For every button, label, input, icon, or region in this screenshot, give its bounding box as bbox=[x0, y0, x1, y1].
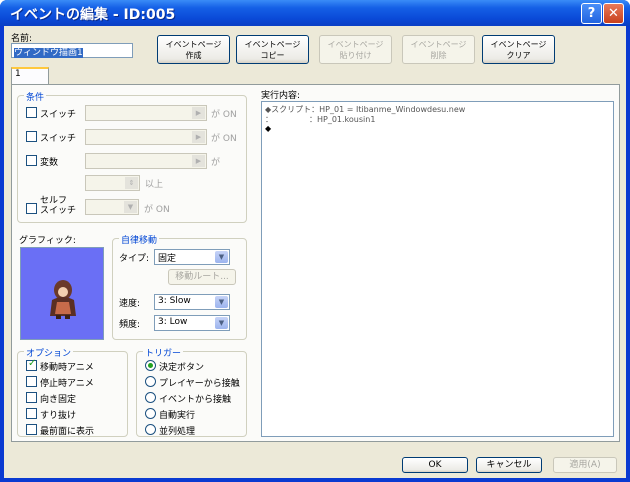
variable-suffix: が bbox=[211, 158, 221, 168]
character-sprite-icon bbox=[50, 280, 76, 319]
paste-page-button[interactable]: イベントページ 貼り付け bbox=[319, 35, 392, 64]
switch1-label: スイッチ bbox=[40, 110, 77, 120]
trigger-label: 決定ボタン bbox=[159, 363, 205, 373]
trigger-label: プレイヤーから接触 bbox=[159, 379, 240, 389]
trigger-title: トリガー bbox=[143, 346, 184, 359]
name-input[interactable]: ウィンドウ描画1 bbox=[11, 43, 133, 58]
close-button[interactable]: ✕ bbox=[603, 3, 624, 24]
switch1-suffix: が ON bbox=[211, 110, 237, 120]
conditions-title: 条件 bbox=[24, 90, 47, 103]
self-switch-checkbox[interactable] bbox=[26, 203, 37, 214]
variable-checkbox[interactable] bbox=[26, 155, 37, 166]
create-page-button[interactable]: イベントページ 作成 bbox=[157, 35, 230, 64]
trigger-radio[interactable] bbox=[145, 424, 156, 435]
autonomous-title: 自律移動 bbox=[119, 233, 160, 246]
chevron-down-icon: ▼ bbox=[215, 251, 228, 263]
switch2-label: スイッチ bbox=[40, 134, 77, 144]
chevron-down-icon: ▼ bbox=[215, 317, 228, 329]
cancel-button[interactable]: キャンセル bbox=[476, 457, 542, 473]
window-title: イベントの編集 - ID:005 bbox=[10, 7, 176, 23]
arrow-right-icon: ▶ bbox=[192, 107, 205, 119]
type-label: タイプ: bbox=[119, 254, 150, 264]
dialog-body: 名前: ウィンドウ描画1 イベントページ 作成 イベントページ コピー イベント… bbox=[4, 26, 626, 478]
contents-label: 実行内容: bbox=[261, 91, 301, 101]
arrow-right-icon: ▶ bbox=[192, 131, 205, 143]
command-line[interactable]: ： ：HP_01.kousin1 bbox=[265, 114, 375, 125]
event-commands-list[interactable]: ◆スクリプト：HP_01 = Itibanme_Windowdesu.new ：… bbox=[261, 101, 614, 437]
variable-min-suffix: 以上 bbox=[145, 180, 164, 190]
spinner-arrows-icon: ⇕ bbox=[125, 177, 138, 189]
arrow-right-icon: ▶ bbox=[192, 155, 205, 167]
variable-label: 変数 bbox=[40, 158, 59, 168]
delete-page-button[interactable]: イベントページ 削除 bbox=[402, 35, 475, 64]
command-line[interactable]: ◆ bbox=[265, 124, 271, 133]
trigger-radio[interactable] bbox=[145, 392, 156, 403]
speed-label: 速度: bbox=[119, 299, 141, 309]
option-label: 最前面に表示 bbox=[40, 427, 95, 437]
trigger-radio[interactable] bbox=[145, 360, 156, 371]
switch2-checkbox[interactable] bbox=[26, 131, 37, 142]
trigger-label: 自動実行 bbox=[159, 411, 196, 421]
chevron-down-icon: ▼ bbox=[124, 201, 137, 213]
speed-select[interactable]: 3: Slow ▼ bbox=[154, 294, 230, 310]
option-checkbox[interactable] bbox=[26, 392, 37, 403]
self-switch-suffix: が ON bbox=[144, 205, 170, 215]
option-label: 停止時アニメ bbox=[40, 379, 94, 389]
trigger-radio[interactable] bbox=[145, 408, 156, 419]
trigger-label: 並列処理 bbox=[159, 427, 196, 437]
help-button[interactable]: ? bbox=[581, 3, 602, 24]
move-route-button[interactable]: 移動ルート... bbox=[168, 269, 236, 285]
page-panel: 条件 スイッチ ▶ が ON スイッチ ▶ が ON 変数 ▶ が ⇕ 以上 セ… bbox=[11, 84, 620, 442]
apply-button[interactable]: 適用(A) bbox=[553, 457, 617, 473]
self-switch-label: セルフ スイッチ bbox=[40, 196, 77, 216]
chevron-down-icon: ▼ bbox=[215, 296, 228, 308]
copy-page-button[interactable]: イベントページ コピー bbox=[236, 35, 309, 64]
freq-select[interactable]: 3: Low ▼ bbox=[154, 315, 230, 331]
option-checkbox[interactable] bbox=[26, 408, 37, 419]
option-label: 向き固定 bbox=[40, 395, 77, 405]
option-label: 移動時アニメ bbox=[40, 363, 94, 373]
conditions-group: 条件 スイッチ ▶ が ON スイッチ ▶ が ON 変数 ▶ が ⇕ 以上 セ… bbox=[17, 90, 247, 223]
switch2-select[interactable]: ▶ bbox=[85, 129, 207, 145]
graphic-label: グラフィック: bbox=[19, 236, 76, 246]
variable-value-spinner[interactable]: ⇕ bbox=[85, 175, 140, 191]
option-checkbox[interactable] bbox=[26, 424, 37, 435]
self-switch-select[interactable]: ▼ bbox=[85, 199, 139, 215]
options-group: オプション 移動時アニメ 停止時アニメ 向き固定 すり抜け bbox=[17, 346, 128, 437]
speed-value: 3: Slow bbox=[158, 296, 191, 306]
graphic-preview[interactable] bbox=[20, 247, 104, 340]
trigger-label: イベントから接触 bbox=[159, 395, 232, 405]
option-label: すり抜け bbox=[40, 411, 77, 421]
switch1-checkbox[interactable] bbox=[26, 107, 37, 118]
title-bar[interactable]: イベントの編集 - ID:005 ? ✕ bbox=[0, 0, 630, 26]
switch1-select[interactable]: ▶ bbox=[85, 105, 207, 121]
trigger-radio[interactable] bbox=[145, 376, 156, 387]
freq-label: 頻度: bbox=[119, 320, 141, 330]
freq-value: 3: Low bbox=[158, 317, 188, 327]
ok-button[interactable]: OK bbox=[402, 457, 468, 473]
variable-select[interactable]: ▶ bbox=[85, 153, 207, 169]
clear-page-button[interactable]: イベントページ クリア bbox=[482, 35, 555, 64]
option-checkbox[interactable] bbox=[26, 358, 37, 371]
trigger-group: トリガー 決定ボタン プレイヤーから接触 イベントから接触 自動実行 並列処理 bbox=[136, 346, 247, 437]
autonomous-movement-group: 自律移動 タイプ: 固定 ▼ 移動ルート... 速度: 3: Slow ▼ 頻度… bbox=[112, 233, 247, 340]
name-value: ウィンドウ描画1 bbox=[14, 48, 83, 58]
event-editor-window: イベントの編集 - ID:005 ? ✕ 名前: ウィンドウ描画1 イベントペー… bbox=[0, 0, 630, 482]
tab-page-1[interactable]: 1 bbox=[11, 67, 49, 85]
option-checkbox[interactable] bbox=[26, 376, 37, 387]
switch2-suffix: が ON bbox=[211, 134, 237, 144]
type-value: 固定 bbox=[158, 254, 177, 264]
type-select[interactable]: 固定 ▼ bbox=[154, 249, 230, 265]
